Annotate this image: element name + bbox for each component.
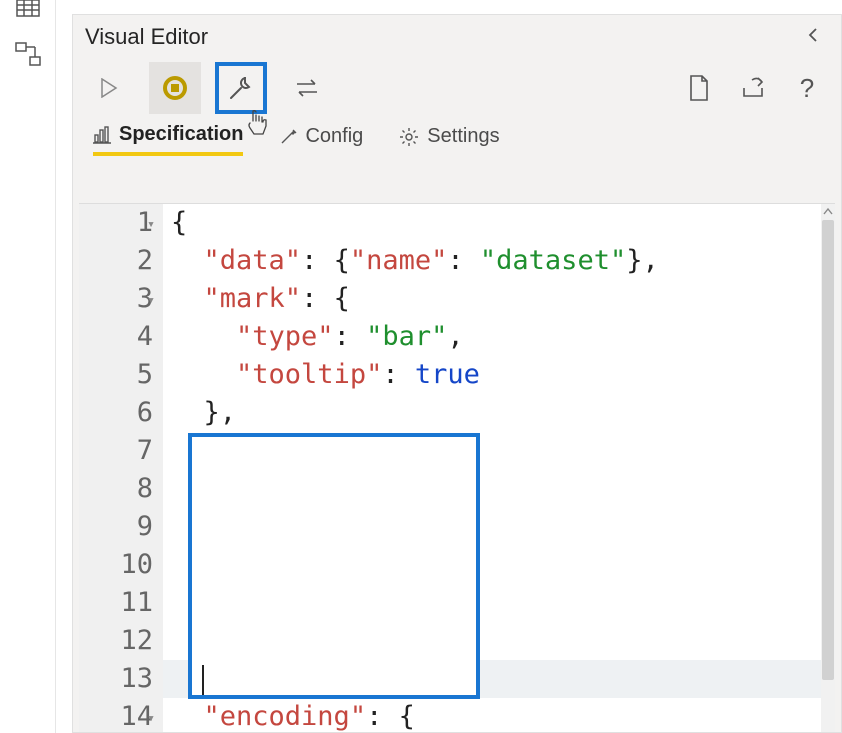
tab-settings[interactable]: Settings xyxy=(399,125,499,154)
editor-gutter: 1▾23▾4567891011121314▾ xyxy=(79,204,163,732)
code-editor[interactable]: 1▾23▾4567891011121314▾ { "data": {"name"… xyxy=(79,203,835,732)
tab-config[interactable]: Config xyxy=(279,125,363,154)
table-icon[interactable] xyxy=(14,0,42,22)
tab-specification[interactable]: Specification xyxy=(93,123,243,156)
panel-title: Visual Editor xyxy=(85,24,208,50)
toolbar: ? xyxy=(73,59,841,117)
scroll-thumb[interactable] xyxy=(822,220,834,680)
scroll-up-icon[interactable] xyxy=(823,206,833,216)
new-doc-button[interactable] xyxy=(679,62,719,114)
left-rail xyxy=(0,0,56,733)
collapse-chevron-icon[interactable] xyxy=(797,23,829,52)
tab-label: Specification xyxy=(119,123,243,146)
tab-label: Settings xyxy=(427,125,499,148)
barchart-icon xyxy=(93,126,111,144)
repair-button[interactable] xyxy=(215,62,267,114)
editor-code[interactable]: { "data": {"name": "dataset"}, "mark": {… xyxy=(163,204,821,732)
stop-button[interactable] xyxy=(149,62,201,114)
relationship-icon[interactable] xyxy=(14,40,42,68)
export-button[interactable] xyxy=(733,62,773,114)
scrollbar-vertical[interactable] xyxy=(821,204,835,732)
play-button[interactable] xyxy=(83,62,135,114)
tab-bar: Specification Config Settings xyxy=(73,117,841,163)
tab-label: Config xyxy=(305,125,363,148)
visual-editor-panel: Visual Editor xyxy=(72,14,842,733)
toolbar-left xyxy=(83,62,333,114)
text-cursor xyxy=(202,665,204,695)
swap-button[interactable] xyxy=(281,62,333,114)
toolbar-right: ? xyxy=(679,62,827,114)
wand-icon xyxy=(279,128,297,146)
gear-icon xyxy=(399,127,419,147)
help-button[interactable]: ? xyxy=(787,62,827,114)
panel-header: Visual Editor xyxy=(73,15,841,59)
